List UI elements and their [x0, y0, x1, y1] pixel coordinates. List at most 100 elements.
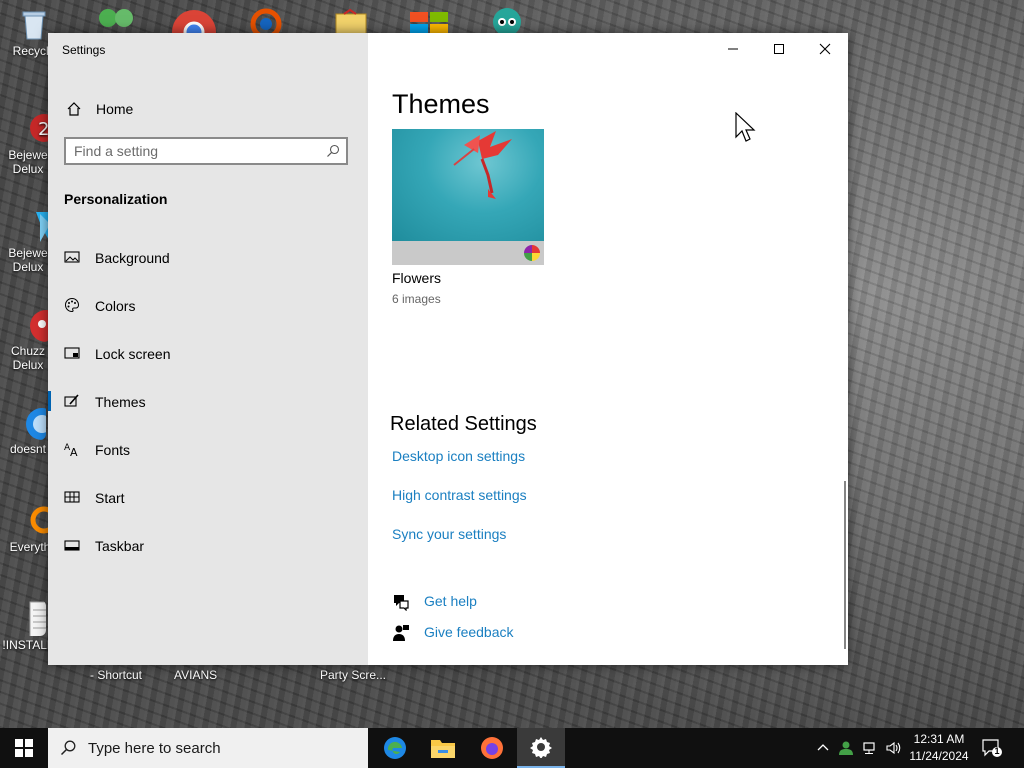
help-chat-icon [394, 595, 409, 611]
taskbar-app-firefox[interactable] [468, 728, 516, 768]
find-setting-search[interactable] [64, 137, 348, 165]
nav-home[interactable]: Home [48, 93, 368, 127]
desktop-icon-settings-link[interactable]: Desktop icon settings [392, 448, 525, 464]
nav-item-label: Start [95, 490, 125, 506]
theme-preview-image [392, 129, 544, 241]
chrome-icon[interactable] [170, 6, 218, 34]
nav-item-label: Fonts [95, 442, 131, 458]
desktop-icon-label: Chuzz Delux [10, 344, 45, 372]
mouse-cursor-icon [735, 112, 756, 142]
desktop-icon-label: doesnt [9, 442, 47, 456]
svg-text:A: A [70, 446, 78, 457]
nav-item-start[interactable]: Start [48, 473, 368, 521]
gear-icon [530, 737, 552, 758]
notification-count-badge: 1 [994, 746, 1000, 756]
start-icon [64, 491, 80, 503]
brush-icon [64, 394, 79, 407]
desktop-icon-label: Bejewe Delux [8, 148, 48, 176]
clock-date: 11/24/2024 [909, 749, 969, 763]
nav-item-label: Lock screen [95, 346, 171, 362]
picture-icon [64, 251, 80, 263]
app-bag-icon[interactable] [334, 8, 368, 34]
search-icon [60, 740, 76, 756]
home-icon [67, 102, 81, 116]
recycle-bin-icon [22, 11, 46, 40]
find-setting-input[interactable] [74, 142, 314, 160]
firefox-icon [481, 737, 503, 759]
microsoft-store-icon[interactable] [408, 6, 450, 34]
people-tray-icon[interactable] [838, 740, 854, 756]
sync-settings-link[interactable]: Sync your settings [392, 526, 506, 542]
app-globe-icon [26, 408, 46, 440]
close-button[interactable] [802, 33, 848, 65]
palette-icon [65, 297, 80, 313]
system-clock[interactable]: 12:31 AM 11/24/2024 [908, 731, 970, 765]
settings-window: Settings Home Personalization Background [48, 33, 848, 665]
nav-item-taskbar[interactable]: Taskbar [48, 521, 368, 569]
nav-item-label: Themes [95, 394, 146, 410]
network-icon[interactable] [862, 740, 878, 756]
desktop-icon-label: - Shortcut [90, 668, 143, 682]
personalization-nav: Background Colors Lock screen Themes A A… [48, 233, 368, 569]
section-personalization: Personalization [64, 191, 168, 207]
font-icon: A A [64, 443, 78, 457]
action-center-button[interactable]: 1 [982, 739, 1002, 757]
chuzzle-icon [30, 310, 50, 342]
nav-item-label: Background [95, 250, 170, 266]
nav-item-label: Colors [95, 298, 136, 314]
taskbar: Type here to search 12:31 AM 11/24/2024 … [0, 728, 1024, 768]
search-icon[interactable] [326, 144, 340, 158]
theme-image-count: 6 images [392, 292, 441, 306]
close-icon [819, 43, 831, 55]
folder-icon [431, 740, 455, 758]
nav-item-background[interactable]: Background [48, 233, 368, 281]
game-character-icon[interactable] [484, 4, 530, 34]
desktop-icon-label: Bejewe Delux [8, 246, 48, 274]
app-ring-icon[interactable] [248, 6, 284, 34]
nav-home-label: Home [96, 101, 134, 117]
windows-logo-icon [15, 739, 33, 757]
lock-screen-icon [64, 347, 80, 359]
window-controls [710, 33, 848, 65]
minimize-icon [728, 48, 738, 50]
get-help-row[interactable]: Get help [392, 592, 592, 612]
theme-name: Flowers [392, 270, 442, 286]
maximize-button[interactable] [756, 33, 802, 65]
scrollbar[interactable] [844, 481, 846, 649]
themes-page: Themes Flowers 6 images Related Settings… [368, 33, 848, 665]
taskbar-search-box[interactable]: Type here to search [48, 728, 368, 768]
diamond-icon [36, 212, 50, 242]
get-help-link[interactable]: Get help [424, 593, 477, 609]
taskbar-icon [64, 540, 80, 551]
window-title: Settings [62, 43, 106, 57]
desktop-icon-label: AVIANS [174, 668, 218, 682]
volume-icon[interactable] [885, 740, 901, 756]
page-title: Themes [392, 89, 490, 119]
theme-tile-flowers[interactable] [392, 129, 544, 265]
give-feedback-link[interactable]: Give feedback [424, 624, 514, 640]
desktop-icon-label: Party Scre... [320, 668, 387, 682]
desktop-icon-label: Everyth [9, 540, 51, 554]
nav-item-lock-screen[interactable]: Lock screen [48, 329, 368, 377]
nav-item-fonts[interactable]: A A Fonts [48, 425, 368, 473]
nav-item-colors[interactable]: Colors [48, 281, 368, 329]
theme-color-bar [392, 241, 544, 265]
high-contrast-settings-link[interactable]: High contrast settings [392, 487, 527, 503]
text-file-icon [29, 601, 46, 636]
taskbar-app-settings[interactable] [517, 728, 565, 768]
maximize-icon [774, 44, 784, 54]
taskbar-app-file-explorer[interactable] [419, 728, 467, 768]
nav-item-themes[interactable]: Themes [48, 377, 368, 425]
settings-sidebar: Settings Home Personalization Background [48, 33, 368, 665]
everything-search-icon [30, 506, 48, 534]
chevron-up-icon[interactable] [815, 740, 831, 756]
start-button[interactable] [0, 728, 48, 768]
minimize-button[interactable] [710, 33, 756, 65]
taskbar-app-edge[interactable] [371, 728, 419, 768]
color-wheel-icon [524, 245, 540, 261]
people-app-icon[interactable] [94, 6, 138, 34]
related-settings-heading: Related Settings [390, 413, 537, 435]
edge-icon [384, 737, 406, 759]
flower-image [453, 131, 512, 199]
give-feedback-row[interactable]: Give feedback [392, 623, 592, 643]
